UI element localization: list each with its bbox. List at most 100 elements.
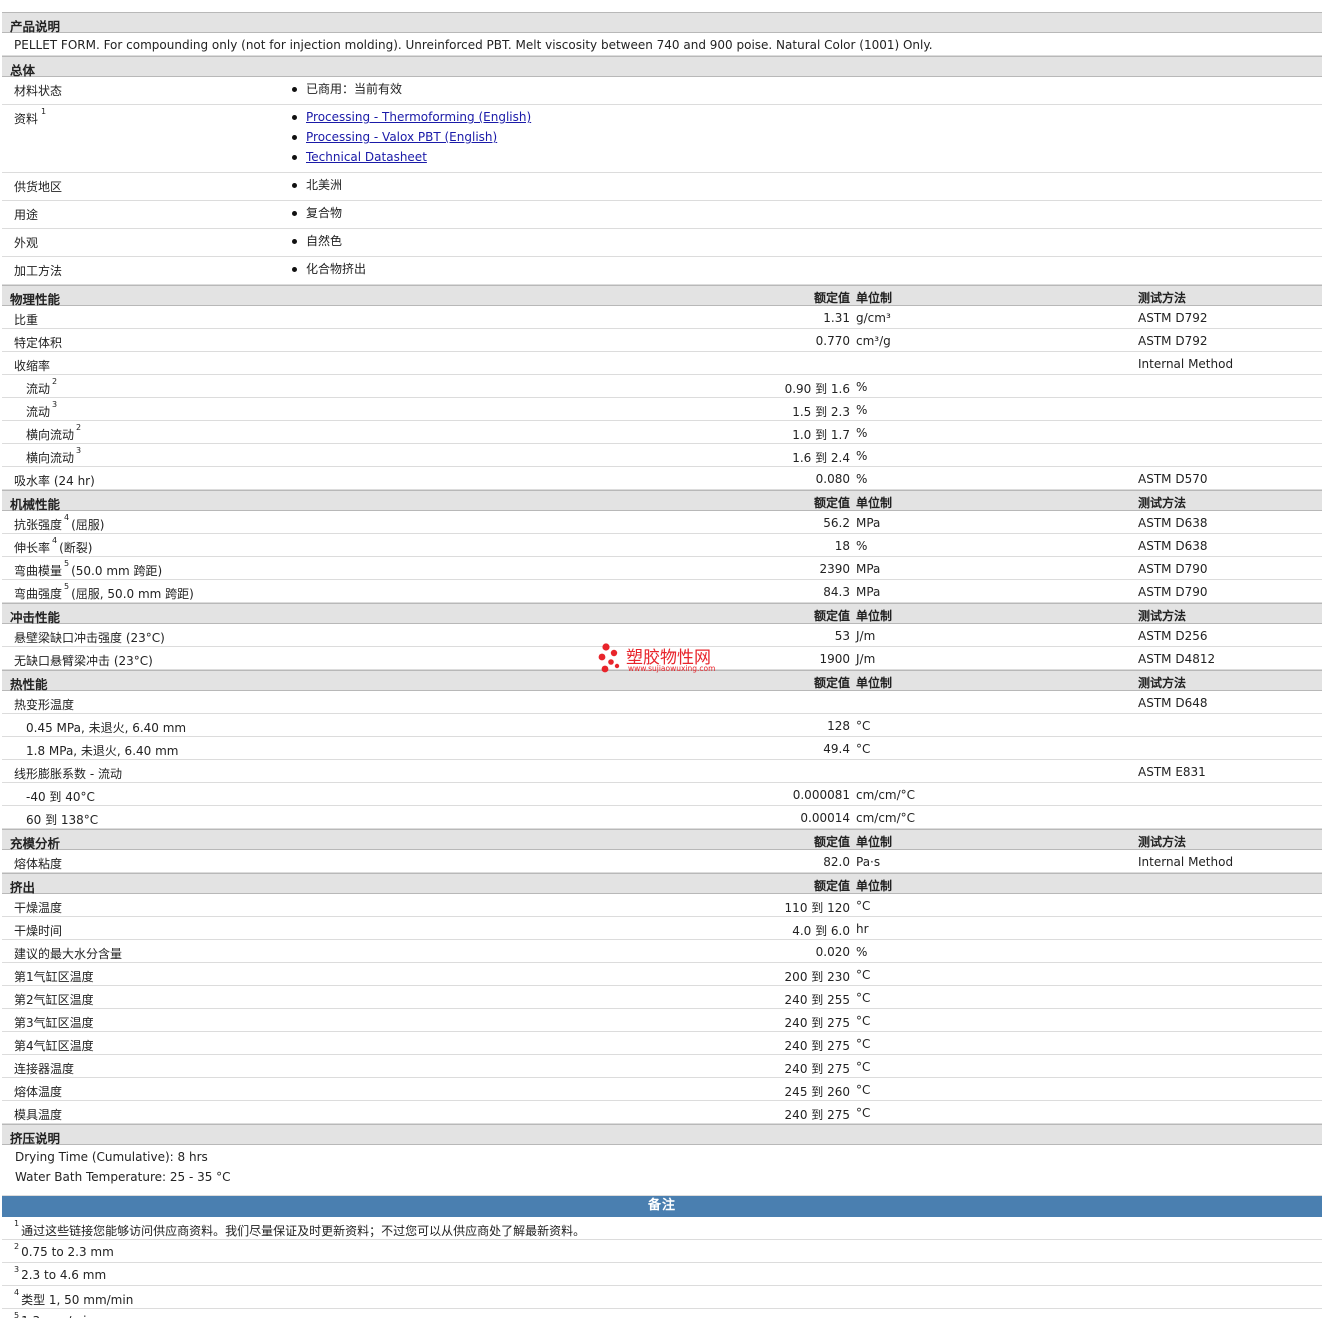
label-text: 流动 [26, 405, 51, 419]
table-row: 特定体积 0.770 cm³/g ASTM D792 [2, 329, 1322, 352]
row-label: 横向流动3 [26, 446, 83, 466]
row-label: 第4气缸区温度 [14, 1037, 94, 1054]
footnote-ref: 3 [52, 400, 58, 409]
label-suffix: (断裂) [59, 541, 93, 555]
label-text: 干燥温度 [14, 901, 63, 915]
row-value: 18 [834, 539, 850, 553]
row-unit: MPa [856, 516, 881, 530]
row-label: 线形膨胀系数 - 流动 [14, 765, 122, 782]
row-value: 245 到 260 [784, 1085, 850, 1099]
row-value: 1900 [819, 652, 850, 666]
row-unit: °C [856, 1060, 871, 1074]
header-value: 额定值 [813, 609, 850, 623]
list-item: 化合物挤出 [292, 261, 1322, 281]
link-processing-thermoforming[interactable]: Processing - Thermoforming (English) [306, 110, 531, 124]
label-text: 第4气缸区温度 [14, 1039, 94, 1053]
note-body: 1.3 mm/min [21, 1314, 94, 1318]
row-value: 240 到 275 [784, 1016, 850, 1030]
header-method: 测试方法 [1138, 609, 1187, 623]
row-label: 流动2 [26, 377, 59, 397]
row-label: 加工方法 [14, 264, 63, 278]
footnote-ref: 5 [64, 582, 70, 591]
label-suffix: (屈服) [71, 518, 105, 532]
label-text: 伸长率 [14, 541, 51, 555]
label-text: 60 到 138°C [26, 813, 99, 827]
row-unit: cm/cm/°C [856, 811, 916, 825]
general-row-uses: 用途 复合物 [2, 201, 1322, 229]
row-label: 用途 [14, 208, 39, 222]
header-value: 额定值 [813, 835, 850, 849]
row-unit: % [856, 403, 868, 417]
row-method: ASTM D638 [1138, 539, 1208, 553]
table-row: 弯曲模量5(50.0 mm 跨距) 2390 MPa ASTM D790 [2, 557, 1322, 580]
label-text: 收缩率 [14, 359, 51, 373]
note-line: Drying Time (Cumulative): 8 hrs [15, 1150, 208, 1164]
header-unit: 单位制 [856, 609, 893, 623]
row-unit: % [856, 539, 868, 553]
general-row-appearance: 外观 自然色 [2, 229, 1322, 257]
footnote-ref: 2 [76, 423, 82, 432]
row-value: 110 到 120 [784, 901, 850, 915]
list-item: 复合物 [292, 205, 1322, 225]
table-row: 模具温度 240 到 275 °C [2, 1101, 1322, 1124]
label-text: 熔体粘度 [14, 857, 63, 871]
table-row: 吸水率 (24 hr) 0.080% ASTM D570 [2, 467, 1322, 490]
watermark-logo: 塑胶物性网 www.sujiaowuxing.com [598, 640, 738, 680]
link-processing-valox-pbt[interactable]: Processing - Valox PBT (English) [306, 130, 497, 144]
table-row: 1.8 MPa, 未退火, 6.40 mm 49.4 °C [2, 737, 1322, 760]
label-text: 流动 [26, 382, 51, 396]
label-text: 比重 [14, 313, 39, 327]
row-value: 1.31 [823, 311, 850, 325]
table-row: 抗张强度4(屈服) 56.2 MPa ASTM D638 [2, 511, 1322, 534]
table-row: 伸长率4(断裂) 18% ASTM D638 [2, 534, 1322, 557]
header-method: 测试方法 [1138, 835, 1187, 849]
section-general: 总体 [2, 56, 1322, 78]
list-item: 自然色 [292, 233, 1322, 253]
extrusion-notes-text: Drying Time (Cumulative): 8 hrs Water Ba… [2, 1145, 1322, 1196]
link-technical-datasheet[interactable]: Technical Datasheet [306, 150, 427, 164]
list-item: Processing - Valox PBT (English) [292, 129, 1322, 149]
row-label: 横向流动2 [26, 423, 83, 443]
table-row: 干燥温度 110 到 120 °C [2, 894, 1322, 917]
row-method: Internal Method [1138, 855, 1234, 869]
row-method: ASTM D638 [1138, 516, 1208, 530]
row-label: 收缩率 [14, 357, 50, 374]
row-value: 56.2 [823, 516, 850, 530]
note-body: 2.3 to 4.6 mm [21, 1268, 107, 1282]
note-number: 1 [14, 1219, 20, 1228]
bullet-icon [292, 239, 297, 244]
row-method: ASTM D256 [1138, 629, 1208, 643]
section-mechanical: 机械性能 额定值 单位制 测试方法 抗张强度4(屈服) 56.2 MPa ASTM D638 伸… [2, 490, 1322, 603]
row-value: 0.770 [815, 334, 850, 348]
row-label: 熔体粘度 [14, 855, 62, 872]
row-label: 0.45 MPa, 未退火, 6.40 mm [26, 719, 186, 736]
table-row: 干燥时间 4.0 到 6.0 hr [2, 917, 1322, 940]
bullet-icon [292, 135, 297, 140]
note-item: 1通过这些链接您能够访问供应商资料。我们尽量保证及时更新资料；不过您可以从供应商… [2, 1217, 1322, 1240]
header-unit: 单位制 [856, 835, 893, 849]
list-item: 已商用：当前有效 [292, 81, 1322, 101]
section-mold-filling: 充模分析 额定值 单位制 测试方法 熔体粘度 82.0 Pa·s Internal Metho… [2, 829, 1322, 873]
section-product-description: 产品说明 [2, 12, 1322, 34]
footnote-ref: 3 [76, 446, 82, 455]
row-unit: J/m [856, 652, 876, 666]
row-method: Internal Method [1138, 357, 1234, 371]
section-title: 挤压说明 [10, 1131, 61, 1146]
section-header: 机械性能 额定值 单位制 测试方法 [2, 490, 1322, 512]
bullet-icon [292, 115, 297, 120]
table-row: 流动2 0.90 到 1.6% [2, 375, 1322, 398]
row-label: 弯曲强度5(屈服, 50.0 mm 跨距) [14, 582, 194, 602]
label-text: 热变形温度 [14, 698, 75, 712]
label-text: 线形膨胀系数 - 流动 [14, 767, 122, 781]
row-value: 0.080 [815, 472, 850, 486]
note-number: 2 [14, 1242, 20, 1251]
footnote-ref: 4 [52, 536, 58, 545]
row-value: 240 到 275 [784, 1108, 850, 1122]
note-number: 5 [14, 1311, 20, 1318]
row-unit: Pa·s [856, 855, 881, 869]
section-header: 挤出 额定值 单位制 [2, 873, 1322, 895]
footnote-ref: 5 [64, 559, 70, 568]
row-value: 82.0 [823, 855, 850, 869]
note-text: 1通过这些链接您能够访问供应商资料。我们尽量保证及时更新资料；不过您可以从供应商… [12, 1219, 585, 1239]
product-description-row: PELLET FORM. For compounding only (not f… [2, 33, 1322, 56]
